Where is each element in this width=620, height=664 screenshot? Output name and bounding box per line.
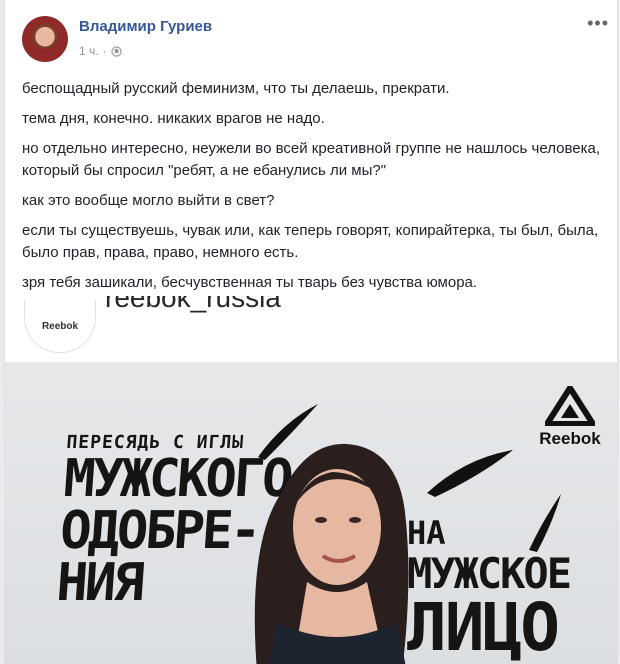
post-paragraph: зря тебя зашикали, бесчувственная ты тва… xyxy=(22,274,478,291)
reebok-logo: Reebok xyxy=(533,382,607,449)
brush-stroke-decoration xyxy=(427,450,513,497)
post-paragraph: но отдельно интересно, неужели во всей к… xyxy=(22,140,601,179)
globe-icon[interactable] xyxy=(110,45,122,57)
more-options-icon[interactable]: ••• xyxy=(587,13,609,34)
embedded-instagram-header: Reebok reebok_russia xyxy=(5,296,617,362)
ad-right-slogan: НА МУЖСКОЕ ЛИЦО xyxy=(407,514,572,664)
reebok-avatar[interactable]: Reebok xyxy=(24,300,96,353)
post-meta: 1 ч. · xyxy=(79,44,122,58)
model-photo xyxy=(254,443,409,664)
post-paragraph: как это вообще могло выйти в свет? xyxy=(22,192,275,209)
post-timestamp[interactable]: 1 ч. xyxy=(79,44,99,58)
post-paragraph: тема дня, конечно. никаких врагов не над… xyxy=(22,110,325,127)
reebok-ad-image[interactable]: ПЕРЕСЯДЬ С ИГЛЫ МУЖСКОГО ОДОБРЕ- НИЯ НА … xyxy=(5,362,617,664)
reebok-avatar-label: Reebok xyxy=(41,321,79,332)
facebook-post: Владимир Гуриев 1 ч. · ••• беспощадный р… xyxy=(4,0,618,664)
post-paragraph: беспощадный русский феминизм, что ты дел… xyxy=(22,80,450,97)
post-paragraph: если ты существуешь, чувак или, как тепе… xyxy=(22,222,599,261)
post-body: беспощадный русский феминизм, что ты дел… xyxy=(22,78,607,302)
author-name[interactable]: Владимир Гуриев xyxy=(79,18,212,35)
instagram-handle[interactable]: reebok_russia xyxy=(105,296,281,320)
reebok-delta-icon xyxy=(541,382,599,427)
author-avatar[interactable] xyxy=(22,16,68,62)
